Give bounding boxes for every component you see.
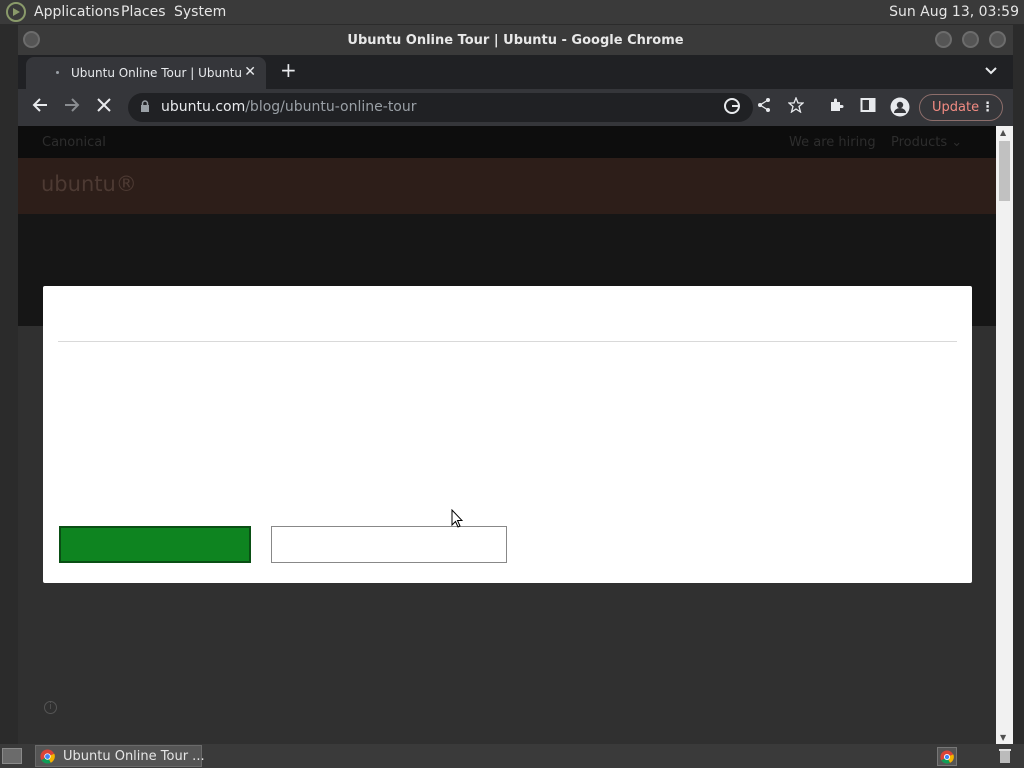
update-button[interactable]: Update ⋮ (919, 94, 1003, 121)
canonical-global-nav: Canonical We are hiring Products ⌄ (18, 126, 996, 158)
side-panel-icon[interactable] (857, 97, 879, 118)
tray-chrome-icon[interactable] (937, 747, 957, 766)
menu-system[interactable]: System (174, 4, 226, 20)
browser-toolbar: ubuntu.com/blog/ubuntu-online-tour Updat… (18, 89, 1013, 126)
browser-window: Ubuntu Online Tour | Ubuntu - Google Chr… (18, 25, 1013, 744)
chrome-icon (40, 749, 55, 764)
clock[interactable]: Sun Aug 13, 03:59 (889, 4, 1019, 20)
modal-manage-button[interactable] (271, 526, 507, 563)
taskbar-chrome-window[interactable]: Ubuntu Online Tour ... (35, 745, 205, 767)
profile-avatar-icon[interactable] (889, 97, 911, 122)
scroll-down-arrow-icon[interactable]: ▼ (1000, 733, 1006, 742)
tab-title: Ubuntu Online Tour | Ubuntu (71, 66, 241, 80)
window-titlebar[interactable]: Ubuntu Online Tour | Ubuntu - Google Chr… (18, 25, 1013, 55)
bookmark-star-icon[interactable] (785, 96, 807, 118)
tab-strip: Ubuntu Online Tour | Ubuntu ✕ + (18, 55, 1013, 89)
tab-close-icon[interactable]: ✕ (244, 64, 256, 80)
scroll-up-arrow-icon[interactable]: ▲ (1000, 128, 1006, 137)
menu-places[interactable]: Places (121, 4, 166, 20)
stop-loading-icon[interactable] (93, 97, 115, 117)
ubuntu-nav-bar: ubuntu® (18, 158, 996, 214)
canonical-link[interactable]: Canonical (42, 135, 106, 150)
mouse-cursor-icon (451, 509, 463, 528)
google-lens-icon[interactable] (721, 97, 743, 120)
trash-icon[interactable] (998, 748, 1012, 764)
back-arrow-icon[interactable] (29, 97, 51, 118)
minimize-button[interactable] (935, 31, 952, 48)
lock-icon[interactable] (140, 100, 150, 113)
modal-divider (58, 341, 957, 342)
maximize-button[interactable] (962, 31, 979, 48)
address-bar[interactable]: ubuntu.com/blog/ubuntu-online-tour (128, 93, 753, 122)
page-scrollbar[interactable]: ▲ ▼ (996, 126, 1013, 744)
forward-arrow-icon[interactable] (61, 97, 83, 118)
tab-search-chevron-icon[interactable] (985, 64, 997, 78)
info-icon[interactable]: i (44, 701, 57, 714)
taskbar-task-label: Ubuntu Online Tour ... (63, 749, 205, 764)
tab-ubuntu-online-tour[interactable]: Ubuntu Online Tour | Ubuntu ✕ (26, 57, 266, 89)
taskbar: Ubuntu Online Tour ... (0, 744, 1024, 768)
hiring-link[interactable]: We are hiring (789, 135, 876, 150)
update-label: Update (932, 100, 980, 115)
share-icon[interactable] (753, 97, 775, 118)
ubuntu-logo[interactable]: ubuntu® (41, 172, 137, 196)
products-menu[interactable]: Products ⌄ (891, 135, 962, 150)
scrollbar-thumb[interactable] (999, 141, 1010, 201)
cookie-consent-modal (43, 286, 972, 583)
page-viewport: Canonical We are hiring Products ⌄ ubunt… (18, 126, 996, 744)
url-text[interactable]: ubuntu.com/blog/ubuntu-online-tour (161, 99, 417, 115)
more-menu-icon[interactable]: ⋮ (981, 95, 994, 120)
url-path: /blog/ubuntu-online-tour (245, 99, 417, 115)
loading-favicon-icon (56, 71, 59, 74)
close-window-button[interactable] (989, 31, 1006, 48)
window-title: Ubuntu Online Tour | Ubuntu - Google Chr… (347, 33, 684, 48)
new-tab-button[interactable]: + (280, 60, 297, 80)
extensions-puzzle-icon[interactable] (825, 97, 847, 118)
distro-logo-icon[interactable] (6, 2, 26, 22)
system-top-panel: Applications Places System Sun Aug 13, 0… (0, 0, 1024, 24)
modal-accept-button[interactable] (59, 526, 251, 563)
show-desktop-icon[interactable] (2, 748, 22, 764)
url-domain: ubuntu.com (161, 99, 246, 115)
menu-applications[interactable]: Applications (34, 4, 120, 20)
